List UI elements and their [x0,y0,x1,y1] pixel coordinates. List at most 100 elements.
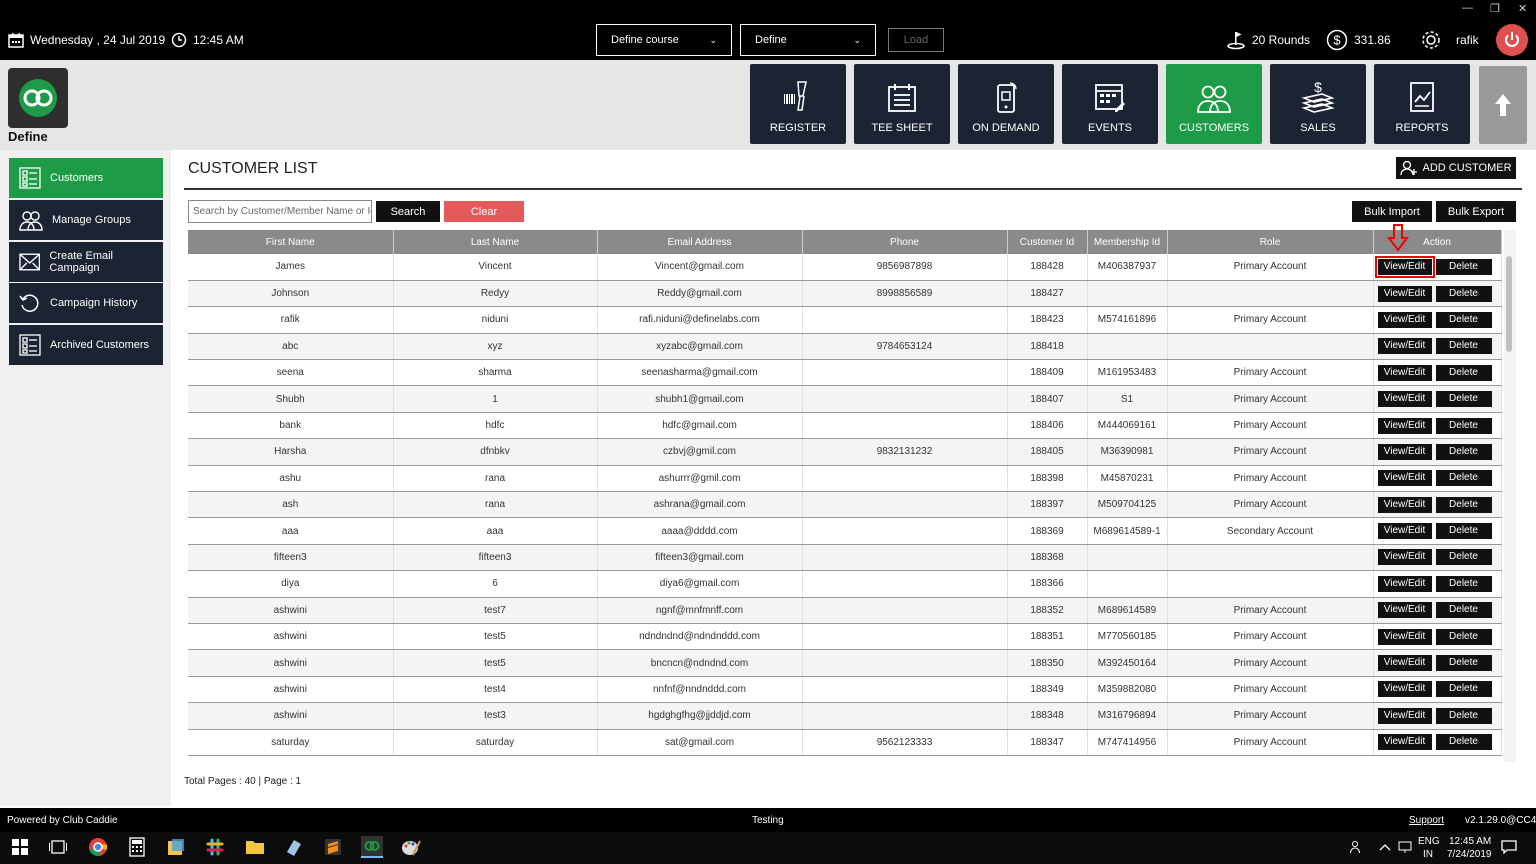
task-view-button[interactable] [47,836,69,858]
nav-on-demand[interactable]: ON DEMAND [958,64,1054,144]
define-app-taskbar-button[interactable] [361,836,383,858]
time-display: 12:45 AM [171,30,244,50]
nav-events[interactable]: EVENTS [1062,64,1158,144]
paint-taskbar-button[interactable] [400,836,422,858]
view-edit-button[interactable]: View/Edit [1377,496,1432,513]
delete-button[interactable]: Delete [1435,628,1492,645]
view-edit-button[interactable]: View/Edit [1377,470,1432,487]
view-edit-button[interactable]: View/Edit [1377,681,1432,698]
view-edit-button[interactable]: View/Edit [1377,285,1432,302]
delete-button[interactable]: Delete [1435,443,1492,460]
first-name-cell: bank [188,412,394,440]
close-button[interactable]: ✕ [1518,2,1527,15]
slack-taskbar-button[interactable] [204,836,226,858]
delete-button[interactable]: Delete [1435,602,1492,619]
view-edit-button[interactable]: View/Edit [1377,734,1432,751]
view-edit-button[interactable]: View/Edit [1377,707,1432,724]
phone-cell [802,359,1008,387]
gear-icon[interactable] [1420,29,1442,51]
restore-button[interactable]: ❐ [1490,2,1500,15]
support-link[interactable]: Support [1409,815,1444,826]
view-edit-button[interactable]: View/Edit [1377,443,1432,460]
chrome-taskbar-button[interactable] [87,836,109,858]
sidebar-item-create-email-campaign[interactable]: Create Email Campaign [9,242,163,282]
view-edit-button[interactable]: View/Edit [1377,549,1432,566]
view-edit-button[interactable]: View/Edit [1377,575,1432,592]
network-tray-button[interactable] [1394,836,1416,858]
logo-icon [19,79,57,117]
barcode-scanner-icon [784,81,807,111]
sidebar-item-customers[interactable]: Customers [9,158,163,198]
clear-button[interactable]: Clear [444,201,524,222]
load-button[interactable]: Load [888,28,944,52]
phone-cell [802,676,1008,704]
chevron-down-icon: ⌄ [709,34,717,45]
taskbar-time[interactable]: 12:45 AM [1449,836,1491,847]
nav-reports[interactable]: REPORTS [1374,64,1470,144]
view-edit-button[interactable]: View/Edit [1377,417,1432,434]
notifications-button[interactable] [1498,836,1520,858]
sidebar-item-archived-customers[interactable]: Archived Customers [9,325,163,365]
nav-sales[interactable]: $ SALES [1270,64,1366,144]
nav-tee-sheet[interactable]: TEE SHEET [854,64,950,144]
search-input[interactable] [188,200,372,223]
people-tray-button[interactable] [1346,836,1368,858]
delete-button[interactable]: Delete [1435,549,1492,566]
delete-button[interactable]: Delete [1435,417,1492,434]
view-edit-button[interactable]: View/Edit [1374,255,1435,278]
delete-button[interactable]: Delete [1435,364,1492,381]
view-edit-button[interactable]: View/Edit [1377,523,1432,540]
view-edit-button[interactable]: View/Edit [1377,655,1432,672]
scrollbar-thumb[interactable] [1506,256,1512,352]
last-name-cell: sharma [393,359,598,387]
view-edit-button[interactable]: View/Edit [1377,628,1432,645]
delete-button[interactable]: Delete [1435,655,1492,672]
add-customer-button[interactable]: ADD CUSTOMER [1396,157,1516,179]
sublime-taskbar-button[interactable] [322,836,344,858]
delete-button[interactable]: Delete [1435,523,1492,540]
app-taskbar-button-2[interactable] [283,836,305,858]
bulk-export-button[interactable]: Bulk Export [1436,201,1516,222]
file-explorer-taskbar-button[interactable] [244,836,266,858]
sidebar-item-manage-groups[interactable]: Manage Groups [9,200,163,240]
delete-button[interactable]: Delete [1435,258,1492,275]
delete-button[interactable]: Delete [1435,734,1492,751]
sidebar-item-campaign-history[interactable]: Campaign History [9,283,163,323]
calculator-taskbar-button[interactable] [126,836,148,858]
power-button[interactable] [1496,24,1528,56]
delete-button[interactable]: Delete [1435,470,1492,487]
search-button[interactable]: Search [376,201,440,222]
define-select[interactable]: Define ⌄ [740,24,876,56]
scroll-up-button[interactable] [1479,66,1527,144]
taskbar-lang[interactable]: ENG [1418,836,1440,847]
delete-button[interactable]: Delete [1435,707,1492,724]
settings-area[interactable]: rafik [1420,30,1479,50]
view-edit-button[interactable]: View/Edit [1377,364,1432,381]
delete-button[interactable]: Delete [1435,285,1492,302]
app-taskbar-button-1[interactable] [165,836,187,858]
clock-icon [171,32,187,48]
last-name-cell: rana [393,491,598,519]
tray-expand-button[interactable] [1374,836,1396,858]
delete-button[interactable]: Delete [1435,338,1492,355]
course-select[interactable]: Define course ⌄ [596,24,732,56]
bulk-import-button[interactable]: Bulk Import [1352,201,1432,222]
delete-button[interactable]: Delete [1435,311,1492,328]
view-edit-button[interactable]: View/Edit [1377,391,1432,408]
nav-customers[interactable]: CUSTOMERS [1166,64,1262,144]
delete-button[interactable]: Delete [1435,391,1492,408]
view-edit-button[interactable]: View/Edit [1377,338,1432,355]
nav-register[interactable]: REGISTER [750,64,846,144]
view-edit-button[interactable]: View/Edit [1377,311,1432,328]
view-edit-button[interactable]: View/Edit [1377,602,1432,619]
email-cell: Reddy@gmail.com [597,280,803,308]
delete-button[interactable]: Delete [1435,681,1492,698]
customer-id-cell: 188397 [1007,491,1088,519]
table-row: diya 6 diya6@gmail.com 188366 View/Edit Delet… [188,570,1502,598]
taskbar-date[interactable]: 7/24/2019 [1447,849,1492,860]
delete-button[interactable]: Delete [1435,575,1492,592]
minimize-button[interactable]: — [1462,2,1473,14]
delete-button[interactable]: Delete [1435,496,1492,513]
table-row: Harsha dfnbkv czbvj@gmil.com 9832131232 1884… [188,438,1502,466]
start-button[interactable] [9,836,31,858]
